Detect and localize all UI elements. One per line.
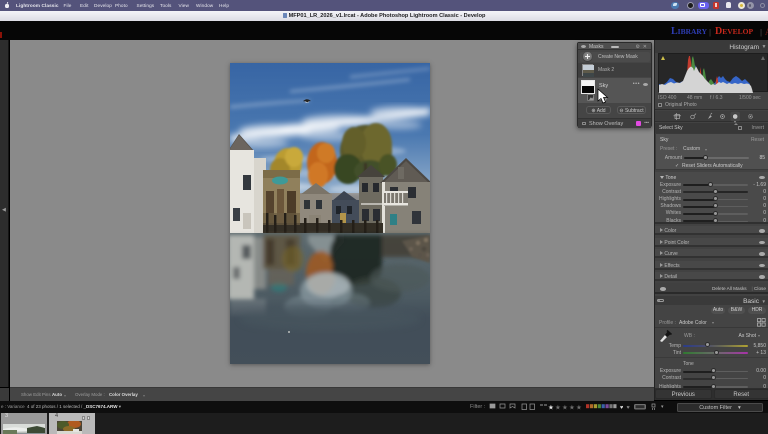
svg-text:★: ★ (555, 404, 561, 412)
svg-text:★: ★ (576, 404, 582, 412)
svg-text:★: ★ (562, 404, 568, 412)
svg-text:♥: ♥ (620, 405, 623, 411)
svg-text:★: ★ (569, 404, 575, 412)
svg-text:♥: ♥ (627, 405, 630, 411)
svg-text:★: ★ (548, 404, 554, 412)
